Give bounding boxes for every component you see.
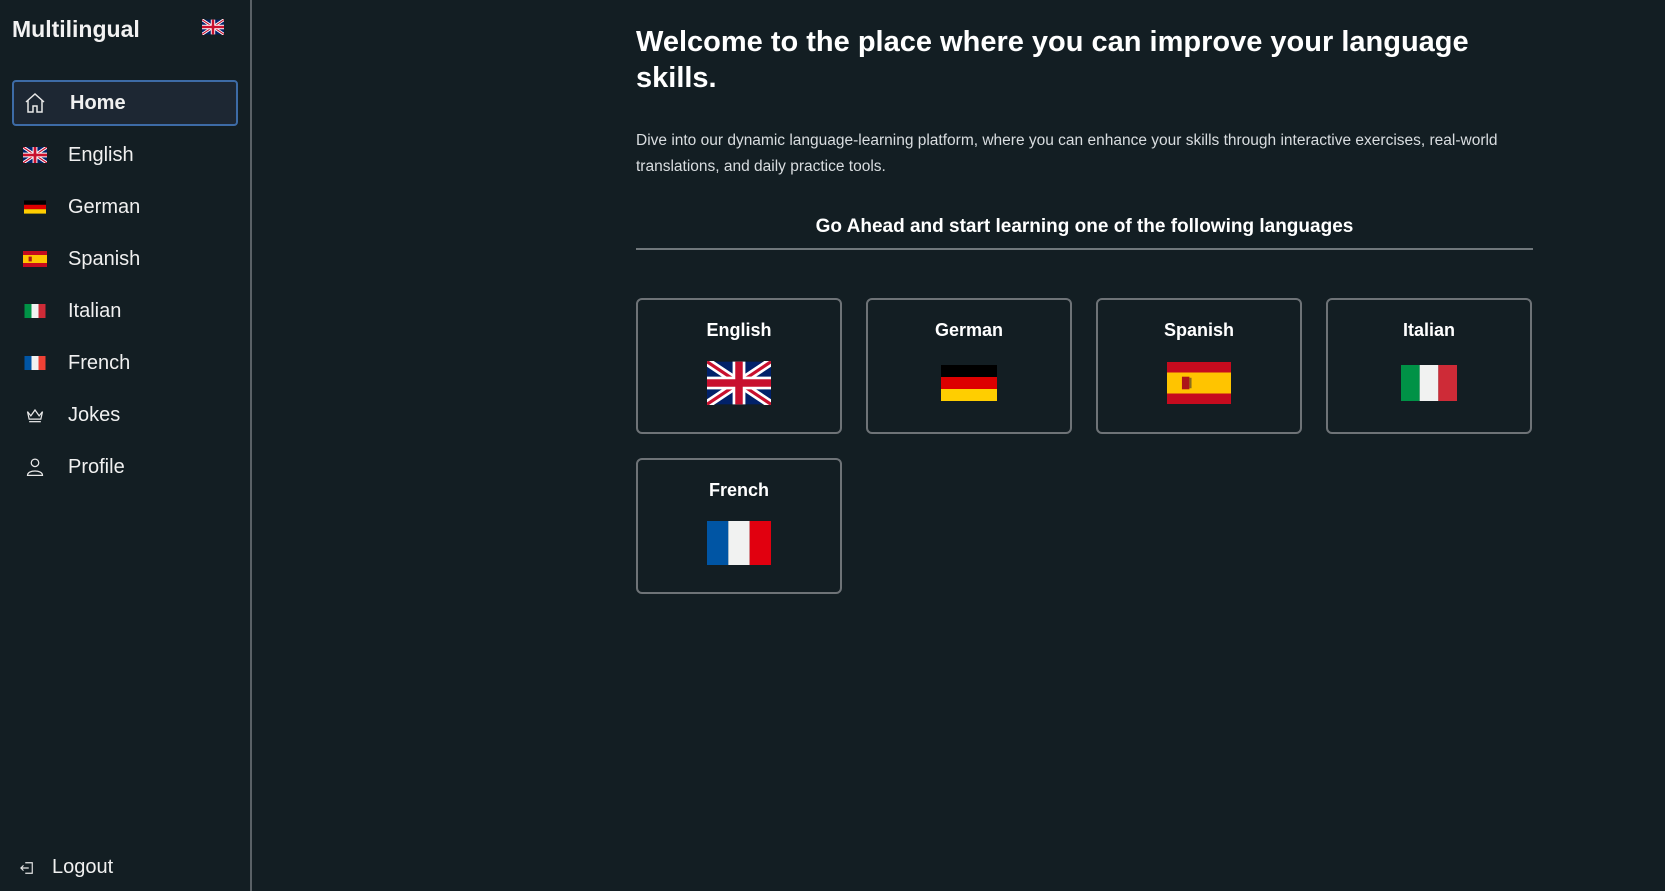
german-flag-icon [941, 361, 997, 405]
french-flag-icon [22, 350, 48, 376]
language-grid: English German Spanish Italian French [636, 298, 1533, 594]
sidebar-item-label: Italian [68, 299, 122, 322]
language-card-title: English [706, 320, 772, 340]
sidebar-item-label: French [68, 351, 131, 374]
sidebar-item-german[interactable]: German [12, 184, 238, 230]
italian-flag-icon [22, 298, 48, 324]
sidebar-item-profile[interactable]: Profile [12, 444, 238, 490]
logout-label: Logout [52, 856, 114, 878]
language-card-title: Italian [1402, 320, 1455, 340]
home-icon [22, 90, 48, 116]
language-card-german[interactable]: German [866, 298, 1072, 434]
uk-flag-icon [22, 142, 48, 168]
brand-title: Multilingual [12, 15, 140, 42]
sidebar-item-english[interactable]: English [12, 132, 238, 178]
spanish-flag-icon [1167, 361, 1231, 405]
intro-text: Dive into our dynamic language-learning … [636, 132, 1498, 175]
sidebar-item-label: Jokes [68, 403, 121, 426]
content: Welcome to the place where you can impro… [636, 24, 1533, 594]
sidebar-item-french[interactable]: French [12, 340, 238, 386]
language-card-title: German [934, 320, 1004, 340]
brand: Multilingual [0, 0, 250, 58]
sidebar-item-italian[interactable]: Italian [12, 288, 238, 334]
german-flag-icon [22, 194, 48, 220]
uk-flag-icon[interactable] [201, 17, 225, 40]
main-content: Welcome to the place where you can impro… [252, 0, 1665, 891]
logout-icon [20, 861, 36, 875]
section-title: Go Ahead and start learning one of the f… [636, 216, 1533, 250]
language-card-title: French [708, 480, 769, 500]
sidebar-item-label: English [68, 143, 134, 166]
crown-icon [22, 402, 48, 428]
language-card-spanish[interactable]: Spanish [1096, 298, 1302, 434]
sidebar-item-jokes[interactable]: Jokes [12, 392, 238, 438]
language-card-french[interactable]: French [636, 458, 842, 594]
user-icon [22, 454, 48, 480]
page-title: Welcome to the place where you can impro… [636, 26, 1469, 94]
sidebar-item-label: German [68, 195, 141, 218]
sidebar-item-home[interactable]: Home [12, 80, 238, 126]
app: Multilingual Home English German Spanish… [0, 0, 1665, 891]
spanish-flag-icon [22, 246, 48, 272]
language-card-italian[interactable]: Italian [1326, 298, 1532, 434]
french-flag-icon [707, 521, 771, 565]
language-card-english[interactable]: English [636, 298, 842, 434]
sidebar-item-spanish[interactable]: Spanish [12, 236, 238, 282]
sidebar-item-label: Profile [68, 455, 125, 478]
language-card-title: Spanish [1163, 320, 1234, 340]
sidebar: Multilingual Home English German Spanish… [0, 0, 252, 891]
logout-button[interactable]: Logout [20, 856, 113, 879]
sidebar-nav: Home English German Spanish Italian Fren… [0, 80, 250, 490]
sidebar-item-label: Spanish [68, 247, 141, 270]
italian-flag-icon [1401, 361, 1457, 405]
sidebar-item-label: Home [70, 91, 126, 114]
uk-flag-icon [707, 361, 771, 405]
